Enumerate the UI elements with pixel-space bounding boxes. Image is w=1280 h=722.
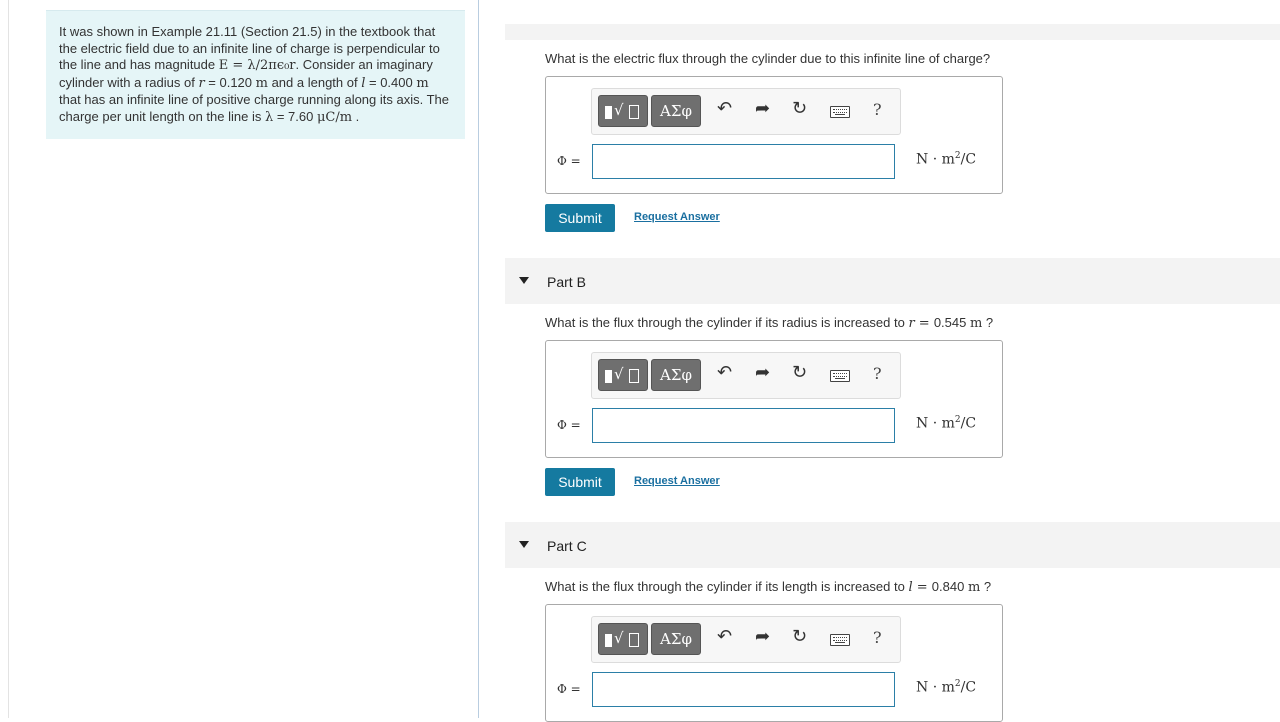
part-b-answer-box: √ ΑΣφ ↶ ➦ ↻ ? Φ = N · m2/C — [545, 340, 1003, 458]
greek-symbols-button[interactable]: ΑΣφ — [651, 623, 701, 655]
part-a-question-text: What is the electric flux through the cy… — [545, 51, 991, 66]
unit-suffix: /C — [960, 679, 977, 696]
math-toolbar: √ ΑΣφ ↶ ➦ ↻ ? — [591, 616, 901, 663]
part-c-question-end: ? — [980, 579, 992, 594]
intro-equation: E = λ/2πϵ₀r — [218, 58, 296, 74]
part-c-symbol: l = — [908, 580, 932, 595]
math-toolbar: √ ΑΣφ ↶ ➦ ↻ ? — [591, 352, 901, 399]
part-b-symbol: r = — [908, 316, 934, 331]
undo-icon[interactable]: ↶ — [717, 625, 732, 649]
unit-text: N · m — [916, 151, 955, 168]
unit-text: N · m — [916, 679, 955, 696]
redo-icon[interactable]: ➦ — [755, 625, 770, 649]
template-block-icon — [605, 106, 612, 119]
reset-icon[interactable]: ↻ — [792, 361, 807, 385]
intro-lambda-value: = 7.60 — [273, 108, 317, 124]
part-b-question-end: ? — [982, 315, 994, 330]
redo-icon[interactable]: ➦ — [755, 97, 770, 121]
math-toolbar: √ ΑΣφ ↶ ➦ ↻ ? — [591, 88, 901, 135]
part-b-request-answer-link[interactable]: Request Answer — [634, 475, 720, 487]
template-box-icon — [629, 105, 639, 119]
keyboard-icon[interactable] — [830, 634, 850, 646]
part-a-answer-box: √ ΑΣφ ↶ ➦ ↻ ? Φ = N · m2/C — [545, 76, 1003, 194]
greek-symbols-button[interactable]: ΑΣφ — [651, 95, 701, 127]
intro-text-4: that has an infinite line of positive ch… — [59, 92, 449, 124]
template-block-icon — [605, 634, 612, 647]
intro-lambda-symbol: λ — [264, 109, 274, 125]
column-divider — [478, 0, 479, 718]
part-c-unit: N · m2/C — [916, 679, 976, 696]
intro-text-3: and a length of — [267, 74, 362, 90]
collapse-triangle-icon[interactable] — [519, 541, 529, 548]
undo-icon[interactable]: ↶ — [717, 97, 732, 121]
intro-l-value: = 0.400 — [365, 74, 417, 90]
intro-l-unit: m — [416, 75, 429, 91]
intro-text-5: . — [352, 108, 360, 124]
help-button[interactable]: ? — [873, 628, 882, 647]
template-box-icon — [629, 633, 639, 647]
left-edge-line — [8, 0, 9, 718]
part-c-title: Part C — [547, 538, 587, 554]
part-c-answer-input[interactable] — [592, 672, 895, 707]
keyboard-icon[interactable] — [830, 106, 850, 118]
greek-symbols-button[interactable]: ΑΣφ — [651, 359, 701, 391]
sqrt-icon: √ — [614, 101, 624, 119]
intro-r-unit: m — [255, 75, 268, 91]
sqrt-icon: √ — [614, 629, 624, 647]
phi-label: Φ = — [557, 154, 581, 168]
part-a-unit: N · m2/C — [916, 151, 976, 168]
unit-suffix: /C — [960, 151, 977, 168]
intro-lambda-unit: μC/m — [316, 109, 353, 125]
part-b-submit-button[interactable]: Submit — [545, 468, 615, 496]
templates-button[interactable]: √ — [598, 623, 648, 655]
phi-label: Φ = — [557, 418, 581, 432]
part-c-header[interactable]: Part C — [505, 522, 1280, 568]
part-a-question: What is the electric flux through the cy… — [545, 51, 990, 66]
intro-r-value: = 0.120 — [204, 74, 256, 90]
part-b-unit-m: m — [969, 316, 983, 331]
redo-icon[interactable]: ➦ — [755, 361, 770, 385]
template-block-icon — [605, 370, 612, 383]
template-box-icon — [629, 369, 639, 383]
unit-text: N · m — [916, 415, 955, 432]
phi-label: Φ = — [557, 682, 581, 696]
help-button[interactable]: ? — [873, 364, 882, 383]
reset-icon[interactable]: ↻ — [792, 625, 807, 649]
part-b-title: Part B — [547, 274, 586, 290]
part-a-answer-input[interactable] — [592, 144, 895, 179]
problem-intro: It was shown in Example 21.11 (Section 2… — [46, 10, 465, 139]
part-c-unit-m: m — [967, 580, 981, 595]
keyboard-icon[interactable] — [830, 370, 850, 382]
part-b-question-text: What is the flux through the cylinder if… — [545, 315, 909, 330]
part-b-question: What is the flux through the cylinder if… — [545, 315, 993, 331]
part-c-question: What is the flux through the cylinder if… — [545, 579, 991, 595]
part-a-submit-button[interactable]: Submit — [545, 204, 615, 232]
part-b-header[interactable]: Part B — [505, 258, 1280, 304]
part-b-answer-input[interactable] — [592, 408, 895, 443]
unit-suffix: /C — [960, 415, 977, 432]
part-b-unit: N · m2/C — [916, 415, 976, 432]
undo-icon[interactable]: ↶ — [717, 361, 732, 385]
part-a-request-answer-link[interactable]: Request Answer — [634, 211, 720, 223]
collapse-triangle-icon[interactable] — [519, 277, 529, 284]
part-a-header-strip — [505, 24, 1280, 40]
reset-icon[interactable]: ↻ — [792, 97, 807, 121]
sqrt-icon: √ — [614, 365, 624, 383]
part-b-value: 0.545 — [933, 315, 970, 330]
help-button[interactable]: ? — [873, 100, 882, 119]
templates-button[interactable]: √ — [598, 359, 648, 391]
part-c-answer-box: √ ΑΣφ ↶ ➦ ↻ ? Φ = N · m2/C — [545, 604, 1003, 722]
part-c-question-text: What is the flux through the cylinder if… — [545, 579, 909, 594]
templates-button[interactable]: √ — [598, 95, 648, 127]
part-c-value: 0.840 — [931, 579, 968, 594]
